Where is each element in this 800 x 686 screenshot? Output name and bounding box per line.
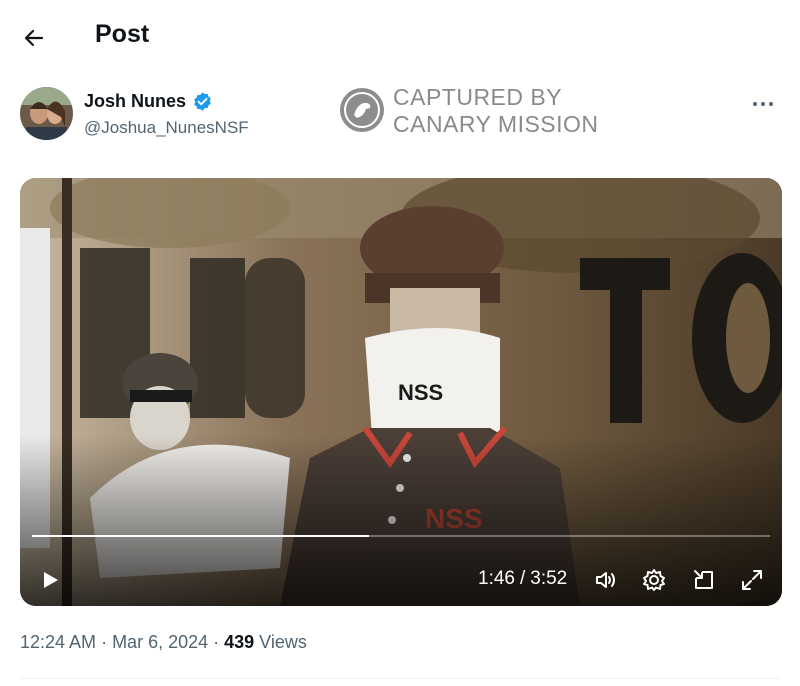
progress-bar[interactable] bbox=[32, 535, 770, 537]
watermark-line-2: CANARY MISSION bbox=[393, 111, 599, 137]
divider bbox=[20, 678, 780, 679]
canary-logo-icon bbox=[340, 88, 384, 132]
views-count: 439 bbox=[224, 632, 255, 652]
post-time[interactable]: 12:24 AM bbox=[20, 632, 96, 653]
verified-badge-icon bbox=[194, 92, 211, 111]
watermark-line-1: CAPTURED BY bbox=[393, 84, 563, 110]
more-dots-icon bbox=[753, 102, 773, 106]
picture-in-picture-icon bbox=[694, 570, 713, 589]
meta-separator: · bbox=[213, 632, 220, 652]
duration: 3:52 bbox=[530, 568, 568, 589]
time-readout: 1:46 / 3:52 bbox=[478, 568, 567, 590]
post-meta: 12:24 AM · Mar 6, 2024 · 439 Views bbox=[20, 632, 307, 653]
more-options-button[interactable] bbox=[748, 89, 778, 119]
back-button[interactable] bbox=[18, 22, 50, 54]
meta-separator: · bbox=[101, 632, 108, 652]
time-separator: / bbox=[519, 568, 526, 589]
display-name[interactable]: Josh Nunes bbox=[84, 91, 186, 112]
pip-button[interactable] bbox=[690, 566, 718, 594]
arrow-left-icon bbox=[24, 29, 44, 47]
video-controls: 1:46 / 3:52 bbox=[20, 530, 782, 606]
page-title: Post bbox=[95, 20, 150, 48]
views-label: Views bbox=[259, 632, 307, 652]
user-handle[interactable]: @Joshua_NunesNSF bbox=[84, 118, 249, 138]
watermark: CAPTURED BY CANARY MISSION bbox=[340, 84, 640, 140]
post-header: Post bbox=[0, 0, 800, 72]
current-time: 1:46 bbox=[478, 568, 515, 589]
post-date[interactable]: Mar 6, 2024 bbox=[112, 632, 208, 653]
play-icon bbox=[44, 572, 58, 588]
volume-button[interactable] bbox=[592, 566, 620, 594]
name-row: Josh Nunes bbox=[84, 91, 213, 112]
volume-icon bbox=[596, 572, 615, 588]
gear-icon bbox=[643, 569, 665, 591]
play-button[interactable] bbox=[36, 566, 64, 594]
expand-icon bbox=[742, 570, 762, 590]
progress-fill bbox=[32, 535, 370, 537]
avatar[interactable] bbox=[20, 87, 73, 140]
video-player[interactable]: NSS NSS 1:46 / 3:52 bbox=[20, 178, 782, 606]
fullscreen-button[interactable] bbox=[738, 566, 766, 594]
settings-button[interactable] bbox=[640, 566, 668, 594]
